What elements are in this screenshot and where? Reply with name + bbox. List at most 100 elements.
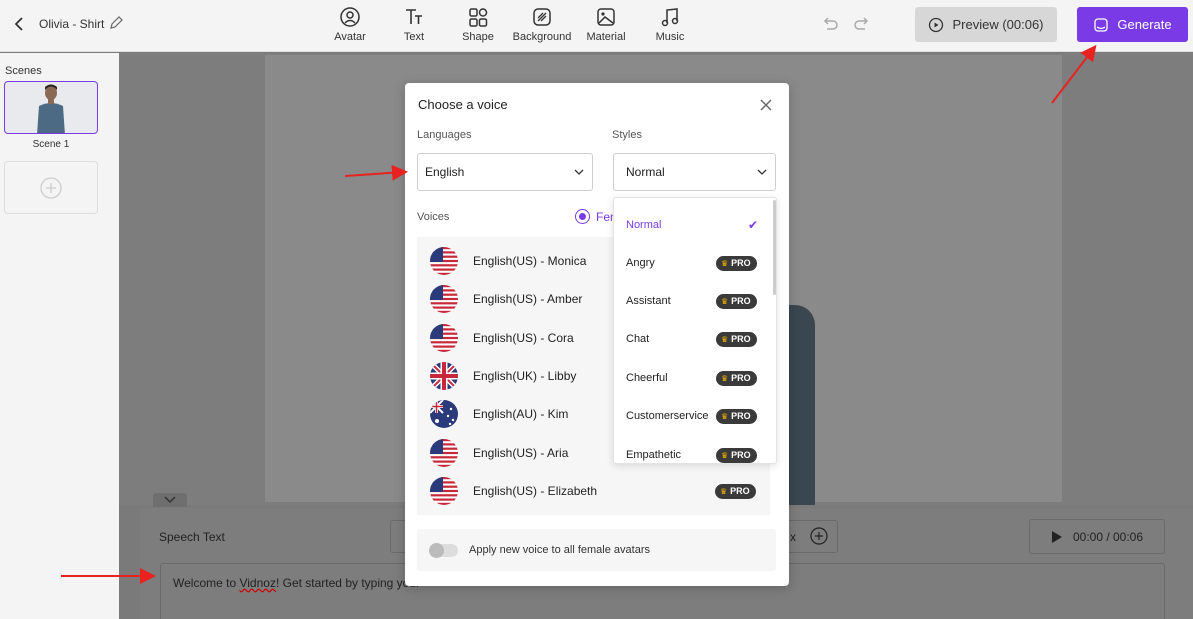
tool-shape[interactable]: Shape xyxy=(443,6,513,43)
language-value: English xyxy=(425,165,465,179)
style-option-cheerful[interactable]: Cheerful ♛ PRO xyxy=(614,359,772,397)
style-value: Normal xyxy=(626,165,665,179)
tool-avatar[interactable]: Avatar xyxy=(315,6,385,43)
crown-icon: ♛ xyxy=(721,258,729,268)
pencil-icon xyxy=(110,16,123,29)
languages-label: Languages xyxy=(417,129,472,141)
voice-name: English(US) - Amber xyxy=(473,292,583,306)
pro-label: PRO xyxy=(730,486,750,496)
pro-badge: ♛ PRO xyxy=(715,483,756,499)
us-flag-icon xyxy=(430,285,458,313)
tool-text[interactable]: Text xyxy=(379,6,449,43)
speech-text-brand: Vidnoz xyxy=(239,576,276,590)
play-circle-icon xyxy=(929,17,944,32)
close-icon xyxy=(760,99,772,111)
modal-title: Choose a voice xyxy=(418,97,508,112)
voice-name: English(US) - Monica xyxy=(473,254,587,268)
tool-label: Shape xyxy=(462,31,494,43)
avatar-on-canvas[interactable] xyxy=(785,305,815,505)
style-option-empathetic[interactable]: Empathetic ♛ PRO xyxy=(614,436,772,463)
style-option-normal[interactable]: Normal ✔ xyxy=(614,206,772,244)
pro-badge: ♛ PRO xyxy=(716,447,757,463)
scene-label: Scene 1 xyxy=(32,139,70,150)
style-option-chat[interactable]: Chat ♛ PRO xyxy=(614,320,772,358)
edit-title-button[interactable] xyxy=(108,15,124,34)
speech-text-part: Welcome to xyxy=(173,576,240,590)
voice-name: English(US) - Aria xyxy=(473,446,569,460)
pro-label: PRO xyxy=(731,373,751,383)
apply-all-toggle[interactable] xyxy=(429,542,458,558)
au-flag-icon xyxy=(430,400,458,428)
tool-music[interactable]: Music xyxy=(635,6,705,43)
close-button[interactable] xyxy=(758,97,774,113)
chevron-left-icon xyxy=(14,17,23,31)
tool-label: Background xyxy=(512,31,572,43)
styles-dropdown: Normal ✔ Angry ♛ PRO Assistant ♛ PRO Chat … xyxy=(613,197,777,464)
uk-flag-icon xyxy=(430,362,458,390)
style-option-label: Assistant xyxy=(626,295,671,307)
radio-selected-icon xyxy=(575,209,590,224)
chevron-down-icon xyxy=(574,169,584,175)
voice-name: English(US) - Elizabeth xyxy=(473,484,598,498)
avatar-preview-image xyxy=(37,84,65,133)
preview-button[interactable]: Preview (00:06) xyxy=(915,7,1057,42)
speech-text-part: ! Get started by typing your xyxy=(275,576,421,590)
us-flag-icon xyxy=(430,324,458,352)
audio-player[interactable]: 00:00 / 00:06 xyxy=(1029,519,1165,554)
style-option-label: Normal xyxy=(626,219,662,231)
music-icon xyxy=(661,8,679,27)
crown-icon: ♛ xyxy=(721,296,729,306)
plus-circle-icon xyxy=(810,527,828,545)
style-option-customerservice[interactable]: Customerservice ♛ PRO xyxy=(614,397,772,435)
tool-label: Music xyxy=(655,31,685,43)
voice-name: English(UK) - Libby xyxy=(473,369,577,383)
pro-badge: ♛ PRO xyxy=(716,370,757,386)
collapse-panel-button[interactable] xyxy=(153,493,187,507)
pro-label: PRO xyxy=(731,411,751,421)
background-icon xyxy=(533,8,551,26)
pro-label: PRO xyxy=(731,334,751,344)
crown-icon: ♛ xyxy=(721,411,729,421)
speech-text-label: Speech Text xyxy=(159,530,225,544)
style-option-label: Customerservice xyxy=(626,410,709,422)
back-button[interactable] xyxy=(8,12,30,36)
redo-button[interactable] xyxy=(852,14,872,37)
shape-icon xyxy=(469,8,488,27)
style-option-label: Chat xyxy=(626,333,650,345)
pro-label: PRO xyxy=(731,296,751,306)
generate-button[interactable]: Generate xyxy=(1077,7,1188,42)
add-scene-button[interactable] xyxy=(4,161,98,214)
pro-badge: ♛ PRO xyxy=(716,408,757,424)
pro-badge: ♛ PRO xyxy=(716,331,757,347)
style-option-label: Angry xyxy=(626,257,655,269)
speed-increase-button[interactable] xyxy=(809,526,829,549)
voice-name: English(US) - Cora xyxy=(473,331,574,345)
check-icon: ✔ xyxy=(748,218,759,232)
language-select[interactable]: English xyxy=(417,153,593,191)
project-title: Olivia - Shirt xyxy=(39,17,105,31)
crown-icon: ♛ xyxy=(721,373,729,383)
scenes-title: Scenes xyxy=(5,65,42,77)
image-icon xyxy=(597,8,615,26)
tool-material[interactable]: Material xyxy=(571,6,641,43)
plus-circle-icon xyxy=(40,176,62,199)
styles-label: Styles xyxy=(612,129,642,141)
dropdown-scrollbar[interactable] xyxy=(773,200,776,295)
style-option-label: Empathetic xyxy=(626,449,682,461)
us-flag-icon xyxy=(430,439,458,467)
pro-badge: ♛ PRO xyxy=(716,255,757,271)
style-option-assistant[interactable]: Assistant ♛ PRO xyxy=(614,282,772,320)
scene-thumbnail[interactable] xyxy=(4,81,98,134)
voice-item[interactable]: English(US) - Elizabeth ♛ PRO xyxy=(417,472,770,510)
style-select[interactable]: Normal xyxy=(613,153,776,191)
female-radio[interactable]: Female xyxy=(575,209,615,224)
crown-icon: ♛ xyxy=(721,450,729,460)
tool-label: Avatar xyxy=(334,31,366,43)
chevron-down-icon xyxy=(757,169,767,175)
undo-button[interactable] xyxy=(820,14,840,37)
style-option-angry[interactable]: Angry ♛ PRO xyxy=(614,244,772,282)
apply-all-label: Apply new voice to all female avatars xyxy=(469,544,650,556)
tool-background[interactable]: Background xyxy=(507,6,577,43)
tool-label: Text xyxy=(403,31,425,43)
preview-label: Preview (00:06) xyxy=(952,17,1044,32)
